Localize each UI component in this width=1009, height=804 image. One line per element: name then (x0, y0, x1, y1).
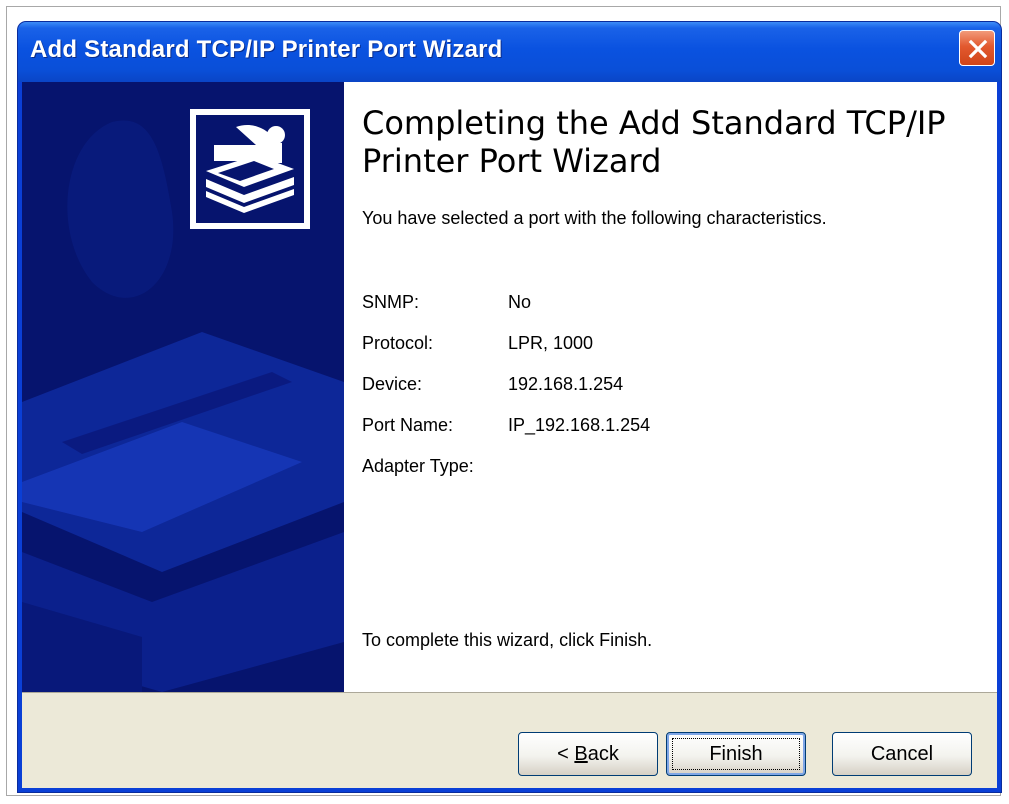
wizard-side-panel (22, 82, 344, 692)
wizard-content: Completing the Add Standard TCP/IP Print… (362, 82, 997, 692)
close-button[interactable] (959, 30, 995, 66)
detail-label: Adapter Type: (362, 456, 474, 476)
back-button-prefix: < (557, 742, 575, 765)
detail-label: Protocol: (362, 333, 434, 353)
wizard-client-area: Completing the Add Standard TCP/IP Print… (22, 82, 997, 788)
cancel-button[interactable]: Cancel (832, 732, 972, 776)
detail-value: No (508, 292, 532, 312)
close-icon (968, 39, 988, 59)
wizard-heading: Completing the Add Standard TCP/IP Print… (362, 104, 946, 180)
detail-label: Port Name: (362, 415, 454, 435)
title-bar[interactable]: Add Standard TCP/IP Printer Port Wizard (18, 22, 1001, 82)
finish-button[interactable]: Finish (666, 732, 806, 776)
detail-value: IP_192.168.1.254 (508, 415, 651, 435)
focus-ring (672, 738, 800, 770)
detail-label: SNMP: (362, 292, 420, 312)
detail-value: 192.168.1.254 (508, 374, 624, 394)
finish-instruction: To complete this wizard, click Finish. (362, 630, 653, 650)
back-button[interactable]: < Back (518, 732, 658, 776)
back-button-label: ack (587, 742, 619, 765)
back-button-accelerator: B (574, 742, 588, 765)
detail-label: Device: (362, 374, 423, 394)
intro-text: You have selected a port with the follow… (362, 208, 827, 228)
button-bar: < Back Finish Cancel (22, 692, 997, 788)
detail-value: LPR, 1000 (508, 333, 594, 353)
wizard-window: Add Standard TCP/IP Printer Port Wizard (18, 22, 1001, 792)
cancel-button-label: Cancel (870, 742, 934, 765)
window-title: Add Standard TCP/IP Printer Port Wizard (30, 36, 503, 63)
printer-icon (190, 109, 310, 229)
